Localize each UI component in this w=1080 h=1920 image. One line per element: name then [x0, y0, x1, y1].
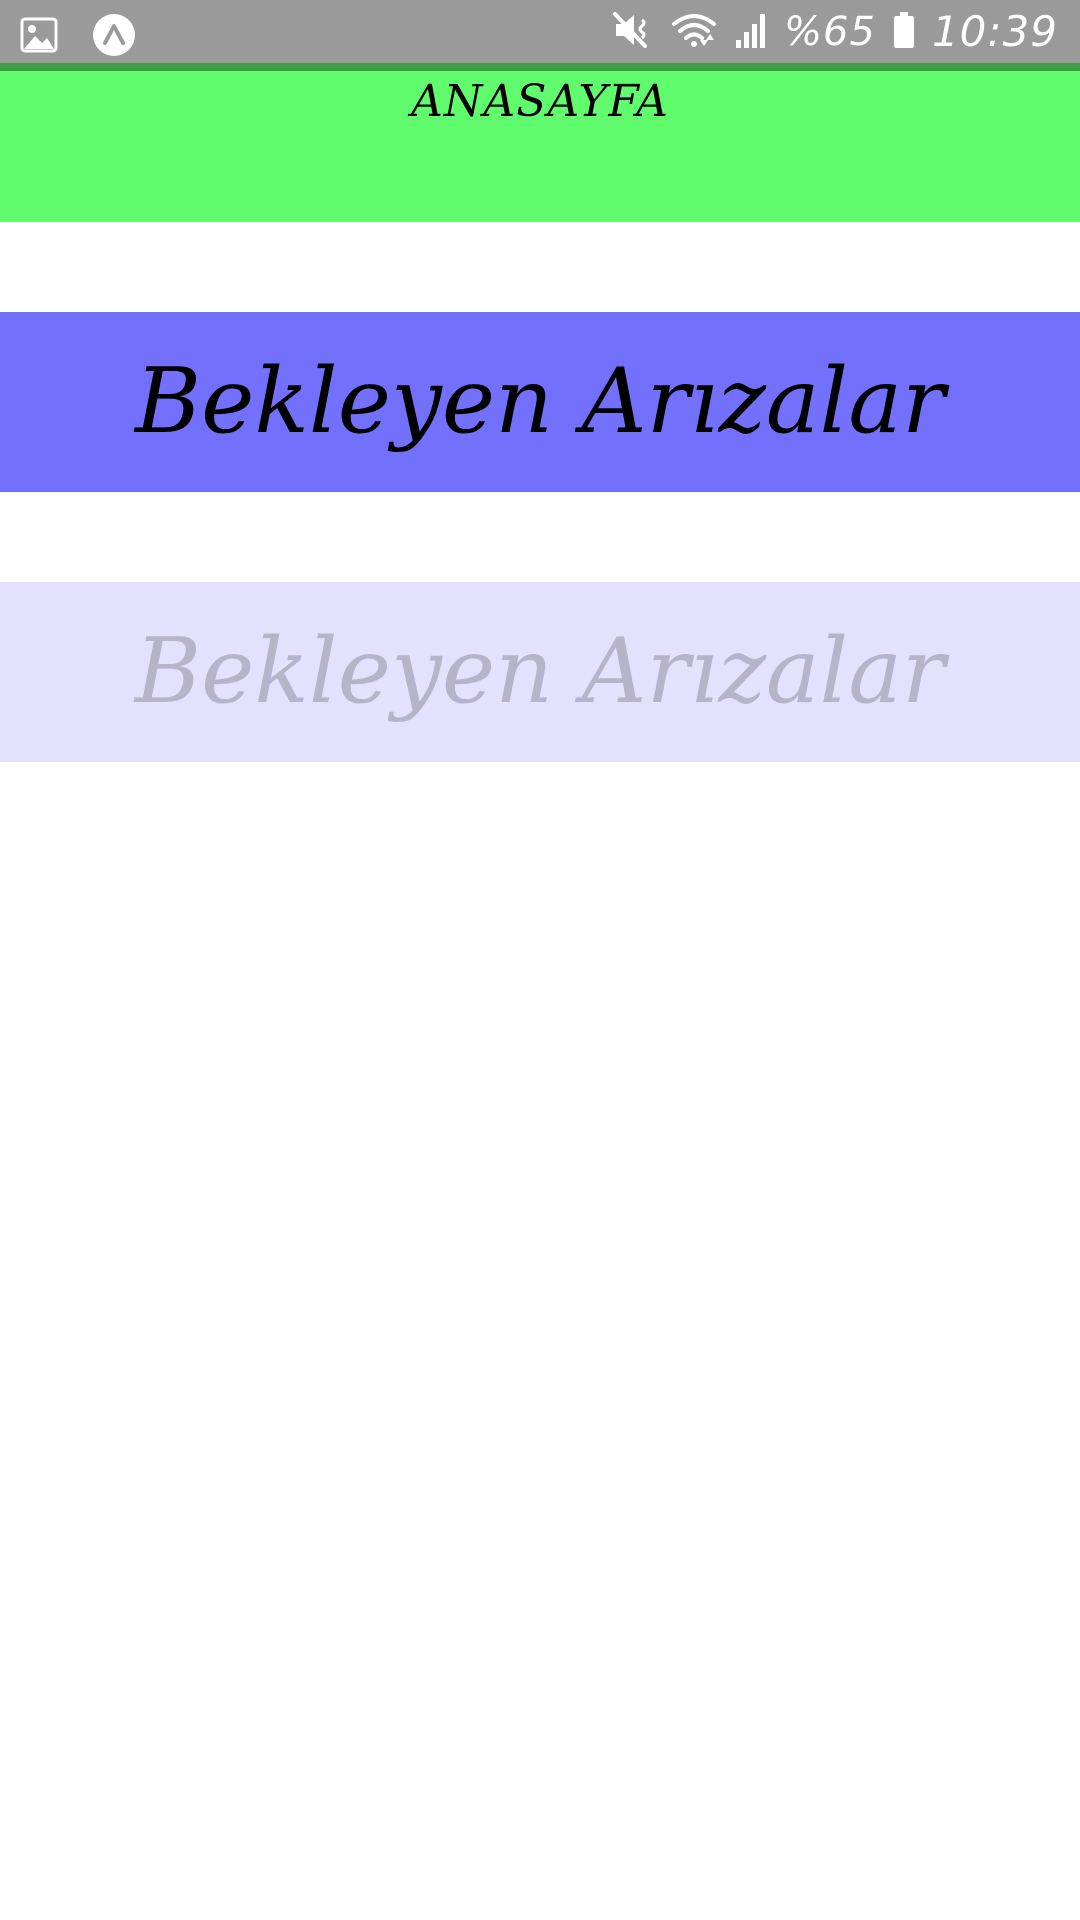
battery-icon	[892, 10, 916, 54]
signal-icon	[734, 10, 768, 54]
header-panel: ANASAYFA	[0, 71, 1080, 222]
action-bar-strip	[0, 63, 1080, 71]
pending-faults-button-disabled[interactable]: Bekleyen Arızalar	[0, 582, 1080, 762]
page-title: ANASAYFA	[411, 76, 669, 127]
status-bar: %65 10:39	[0, 0, 1080, 63]
status-bar-left	[20, 13, 136, 61]
app-launcher-icon	[92, 13, 136, 61]
battery-percent: %65	[784, 9, 876, 55]
pending-faults-button-disabled-label: Bekleyen Arızalar	[135, 619, 945, 724]
pending-faults-button[interactable]: Bekleyen Arızalar	[0, 312, 1080, 492]
clock: 10:39	[931, 7, 1058, 56]
pending-faults-button-label: Bekleyen Arızalar	[135, 349, 945, 454]
mute-icon	[612, 10, 654, 54]
image-icon	[20, 16, 58, 58]
wifi-icon	[670, 10, 718, 54]
status-bar-right: %65 10:39	[612, 8, 1058, 56]
screen: %65 10:39 ANASAYFA Bekleyen Arızalar Bek…	[0, 0, 1080, 1920]
